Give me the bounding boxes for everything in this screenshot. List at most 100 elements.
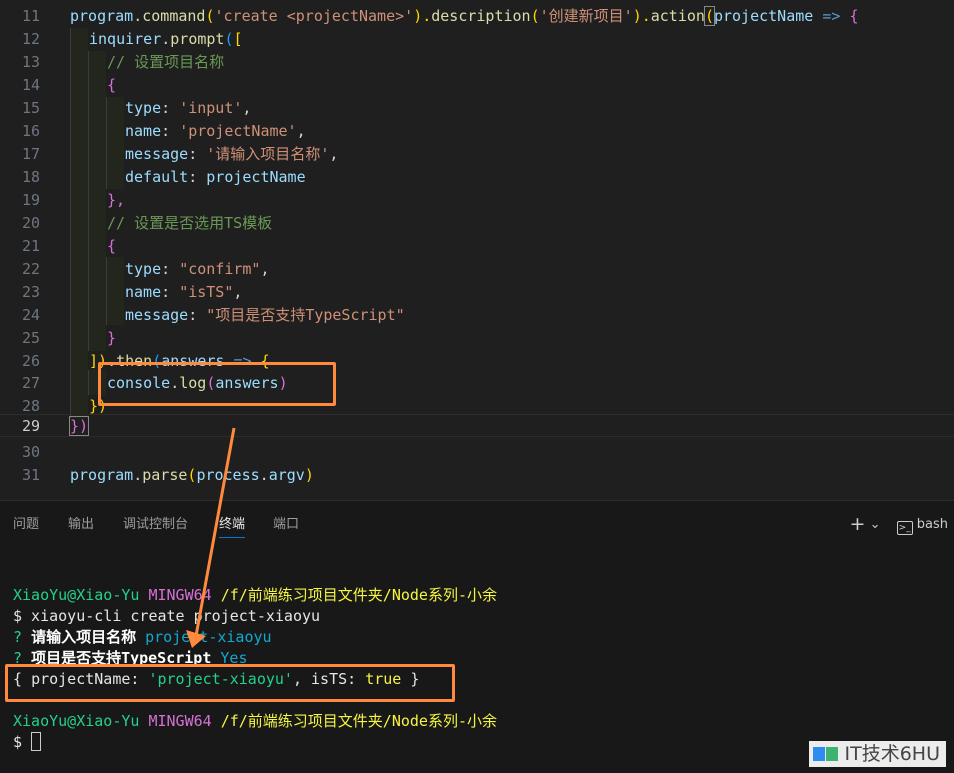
code-token: '请输入项目名称' [206, 145, 330, 163]
code-line[interactable]: name: "isTS", [125, 281, 242, 304]
code-line[interactable]: }) [68, 415, 90, 438]
tab-problems[interactable]: 问题 [13, 513, 39, 532]
code-token: default [125, 168, 189, 186]
tab-output[interactable]: 输出 [68, 513, 94, 532]
line-number: 13 [21, 53, 40, 71]
code-token: ) [304, 466, 314, 484]
code-line[interactable]: }, [107, 189, 125, 212]
code-token: projectName [206, 168, 306, 186]
code-token: action [650, 7, 705, 25]
prompt-symbol: $ [13, 733, 23, 751]
code-token: message [125, 145, 189, 163]
prompt-path: /f/前端练习项目文件夹/Node系列-小余 [220, 586, 497, 604]
terminal-prompt-line: XiaoYu@Xiao-Yu MINGW64 /f/前端练习项目文件夹/Node… [13, 585, 497, 606]
line-number: 16 [21, 122, 40, 140]
terminal-question: ? 请输入项目名称 project-xiaoyu [13, 627, 272, 648]
line-number-active: 29 [21, 417, 40, 435]
bottom-panel: 问题 输出 调试控制台 终端 端口 + ⌄ >_ bash XiaoYu@Xia… [0, 500, 954, 773]
code-line[interactable]: { [107, 235, 116, 258]
code-token: ( [224, 30, 234, 48]
code-line[interactable]: program.parse(process.argv) [70, 464, 314, 487]
line-number: 20 [21, 214, 40, 232]
code-token: . [161, 30, 171, 48]
code-line[interactable]: name: 'projectName', [125, 120, 306, 143]
line-number: 26 [21, 352, 40, 370]
code-line[interactable]: type: 'input', [125, 97, 251, 120]
line-number: 30 [21, 443, 40, 461]
watermark-text: IT技术6HU [844, 743, 941, 765]
line-number: 23 [21, 283, 40, 301]
question-answer: project-xiaoyu [145, 628, 272, 646]
code-line[interactable]: { [107, 74, 116, 97]
line-number: 22 [21, 260, 40, 278]
tab-debug-console[interactable]: 调试控制台 [123, 513, 188, 532]
code-token: name [125, 283, 162, 301]
line-number: 11 [21, 7, 40, 25]
shell-name[interactable]: bash [917, 517, 948, 532]
line-number: 19 [21, 191, 40, 209]
code-token: prompt [170, 30, 225, 48]
code-token: argv [268, 466, 305, 484]
add-terminal-icon[interactable]: + [850, 513, 866, 535]
prompt-env: MINGW64 [148, 712, 212, 730]
code-token: ( [703, 6, 715, 26]
panel-actions: + ⌄ >_ bash [850, 513, 948, 535]
code-token: program [70, 7, 134, 25]
code-token: "confirm" [179, 260, 261, 278]
line-number: 24 [21, 306, 40, 324]
tab-ports[interactable]: 端口 [273, 513, 299, 532]
tab-terminal[interactable]: 终端 [219, 513, 246, 538]
code-token: 'input' [179, 99, 243, 117]
code-line[interactable]: program.command ( 'create <projectName>').… [70, 5, 858, 28]
code-token: [ [233, 30, 243, 48]
code-editor[interactable]: 11 12 13 14 15 16 17 18 19 20 21 22 23 2… [0, 0, 954, 500]
watermark-logo-icon [812, 747, 838, 761]
line-number: 18 [21, 168, 40, 186]
code-line[interactable]: message: '请输入项目名称', [125, 143, 338, 166]
chevron-down-icon[interactable]: ⌄ [870, 517, 881, 532]
code-token: "项目是否支持TypeScript" [206, 306, 405, 324]
code-line[interactable]: inquirer.prompt([ [89, 28, 243, 51]
line-number: 21 [21, 237, 40, 255]
code-token: message [125, 306, 189, 324]
code-line[interactable]: message: "项目是否支持TypeScript" [125, 304, 405, 327]
console-log-highlight-box [98, 362, 336, 406]
code-line[interactable]: } [107, 327, 116, 350]
code-token: inquirer [89, 30, 162, 48]
code-line[interactable]: default: projectName [125, 166, 306, 189]
code-token: type [125, 99, 162, 117]
terminal-command: $ xiaoyu-cli create project-xiaoyu [13, 607, 321, 625]
code-token: ). [413, 7, 432, 25]
code-token: }) [68, 416, 90, 436]
code-token: projectName [713, 7, 814, 25]
code-token: command [142, 7, 206, 25]
line-number: 14 [21, 76, 40, 94]
line-number: 31 [21, 466, 40, 484]
code-token: 'create <projectName>' [214, 7, 414, 25]
code-token: 'projectName' [179, 122, 297, 140]
code-comment[interactable]: // 设置是否选用TS模板 [107, 212, 272, 235]
panel-tabs: 问题 输出 调试控制台 终端 端口 [0, 501, 954, 543]
watermark: IT技术6HU [808, 741, 946, 767]
code-token: name [125, 122, 162, 140]
line-number: 25 [21, 329, 40, 347]
code-line[interactable]: type: "confirm", [125, 258, 270, 281]
code-token: type [125, 260, 162, 278]
code-token: program [70, 466, 134, 484]
terminal-cursor [31, 732, 42, 751]
code-token: parse [142, 466, 188, 484]
code-token: => [813, 7, 850, 25]
question-mark: ? [13, 628, 23, 646]
code-token: . [259, 466, 269, 484]
line-number: 12 [21, 30, 40, 48]
code-token: ). [632, 7, 651, 25]
code-token: . [133, 7, 143, 25]
terminal-prompt-line: XiaoYu@Xiao-Yu MINGW64 /f/前端练习项目文件夹/Node… [13, 711, 497, 732]
code-token: . [133, 466, 143, 484]
line-number: 17 [21, 145, 40, 163]
result-highlight-box [5, 664, 455, 702]
code-token: description [431, 7, 531, 25]
code-comment[interactable]: // 设置项目名称 [107, 51, 224, 74]
terminal-input-line[interactable]: $ [13, 732, 42, 753]
terminal-icon[interactable]: >_ [896, 521, 913, 535]
